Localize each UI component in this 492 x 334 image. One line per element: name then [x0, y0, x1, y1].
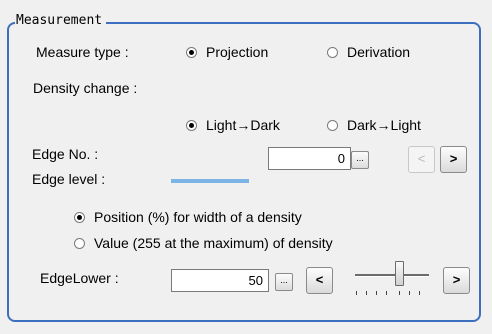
radio-position-percent-label: Position (%) for width of a density	[94, 209, 302, 225]
radio-value-255[interactable]: Value (255 at the maximum) of density	[74, 235, 333, 251]
radio-derivation-button[interactable]	[327, 46, 338, 58]
radio-light-to-dark-button[interactable]	[186, 119, 197, 131]
slider-tick	[386, 291, 387, 295]
radio-value-255-label: Value (255 at the maximum) of density	[94, 235, 333, 251]
slider-track	[355, 274, 429, 277]
edge-lower-increase-button[interactable]: >	[443, 267, 470, 294]
radio-projection-button[interactable]	[186, 46, 197, 58]
measurement-group-title: Measurement	[15, 13, 107, 28]
edge-level-label: Edge level :	[32, 171, 106, 187]
edge-level-indicator-bar	[171, 179, 249, 183]
slider-tick	[419, 291, 420, 295]
edge-lower-slider[interactable]	[353, 258, 433, 298]
radio-dark-to-light-label: Dark→Light	[347, 117, 421, 133]
edge-lower-label: EdgeLower :	[40, 270, 119, 286]
radio-dark-to-light-button[interactable]	[327, 119, 338, 131]
radio-light-to-dark-label: Light→Dark	[206, 117, 280, 133]
radio-dark-to-light[interactable]: Dark→Light	[327, 117, 421, 133]
slider-tick	[376, 291, 377, 295]
edge-lower-browse-button[interactable]: ...	[275, 273, 293, 291]
radio-derivation-label: Derivation	[347, 44, 411, 60]
edge-no-prev-button[interactable]: <	[408, 146, 435, 173]
radio-projection[interactable]: Projection	[186, 44, 268, 60]
radio-projection-label: Projection	[206, 44, 269, 60]
radio-value-255-button[interactable]	[74, 237, 85, 249]
slider-tick	[366, 291, 367, 295]
edge-lower-input[interactable]: 50	[171, 269, 269, 292]
radio-derivation[interactable]: Derivation	[327, 44, 410, 60]
measure-type-label: Measure type :	[36, 44, 129, 60]
slider-thumb[interactable]	[395, 261, 404, 286]
slider-tick	[356, 291, 357, 295]
edge-no-browse-button[interactable]: ...	[351, 151, 369, 169]
edge-lower-decrease-button[interactable]: <	[306, 267, 333, 294]
slider-tick	[399, 291, 400, 295]
edge-no-next-button[interactable]: >	[440, 146, 467, 173]
radio-light-to-dark[interactable]: Light→Dark	[186, 117, 280, 133]
density-change-label: Density change :	[33, 80, 138, 96]
edge-no-input[interactable]: 0	[268, 147, 351, 170]
radio-position-percent[interactable]: Position (%) for width of a density	[74, 209, 302, 225]
slider-tick	[409, 291, 410, 295]
radio-position-percent-button[interactable]	[74, 211, 85, 223]
edge-no-label: Edge No. :	[32, 146, 99, 162]
